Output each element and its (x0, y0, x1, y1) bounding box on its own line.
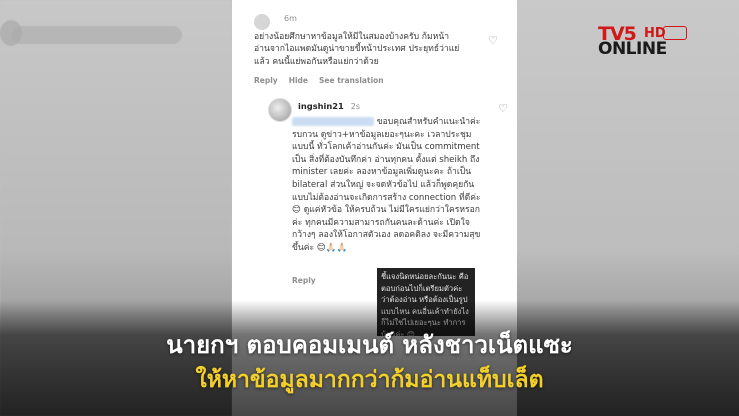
heart-outline-icon[interactable]: ♡ (488, 34, 498, 47)
reply-handle[interactable]: ingshin21 2s (298, 101, 360, 111)
comment-actions: Reply Hide See translation (254, 76, 504, 85)
blurred-username (12, 26, 182, 44)
commenter-avatar[interactable] (254, 14, 270, 30)
logo-online: ONLINE (598, 39, 667, 59)
headline-line-2: ให้หาข้อมูลมากกว่าก้มอ่านแท็บเล็ต (195, 367, 544, 393)
see-translation-button[interactable]: See translation (319, 76, 384, 85)
hide-button[interactable]: Hide (289, 76, 308, 85)
reply-text: ขอบคุณสำหรับคำแนะนำค่ะ รบกวน ดูข่าว+หาข้… (292, 116, 482, 255)
comment-first: 6m ♡ อย่างน้อยศึกษาหาข้อมูลให้มีในสมองบ้… (246, 14, 504, 85)
reply-time: 2s (350, 102, 360, 111)
comment-text: อย่างน้อยศึกษาหาข้อมูลให้มีในสมองบ้างครั… (254, 32, 460, 67)
reply-username[interactable]: ingshin21 (298, 101, 344, 111)
reply-button[interactable]: Reply (254, 76, 278, 85)
headline-line-1: นายกฯ ตอบคอมเมนต์ หลังชาวเน็ตแซะ (166, 331, 573, 359)
tv5-online-logo: TV5 HD ONLINE (598, 23, 716, 59)
logo-channel-box (663, 26, 687, 40)
heart-outline-icon[interactable]: ♡ (498, 102, 508, 115)
blurred-mention (292, 117, 374, 126)
reply-body: ขอบคุณสำหรับคำแนะนำค่ะ รบกวน ดูข่าว+หาข้… (292, 117, 481, 253)
reply-button[interactable]: Reply (292, 276, 316, 285)
reply-avatar[interactable] (268, 98, 292, 122)
comment-time: 6m (284, 14, 297, 23)
